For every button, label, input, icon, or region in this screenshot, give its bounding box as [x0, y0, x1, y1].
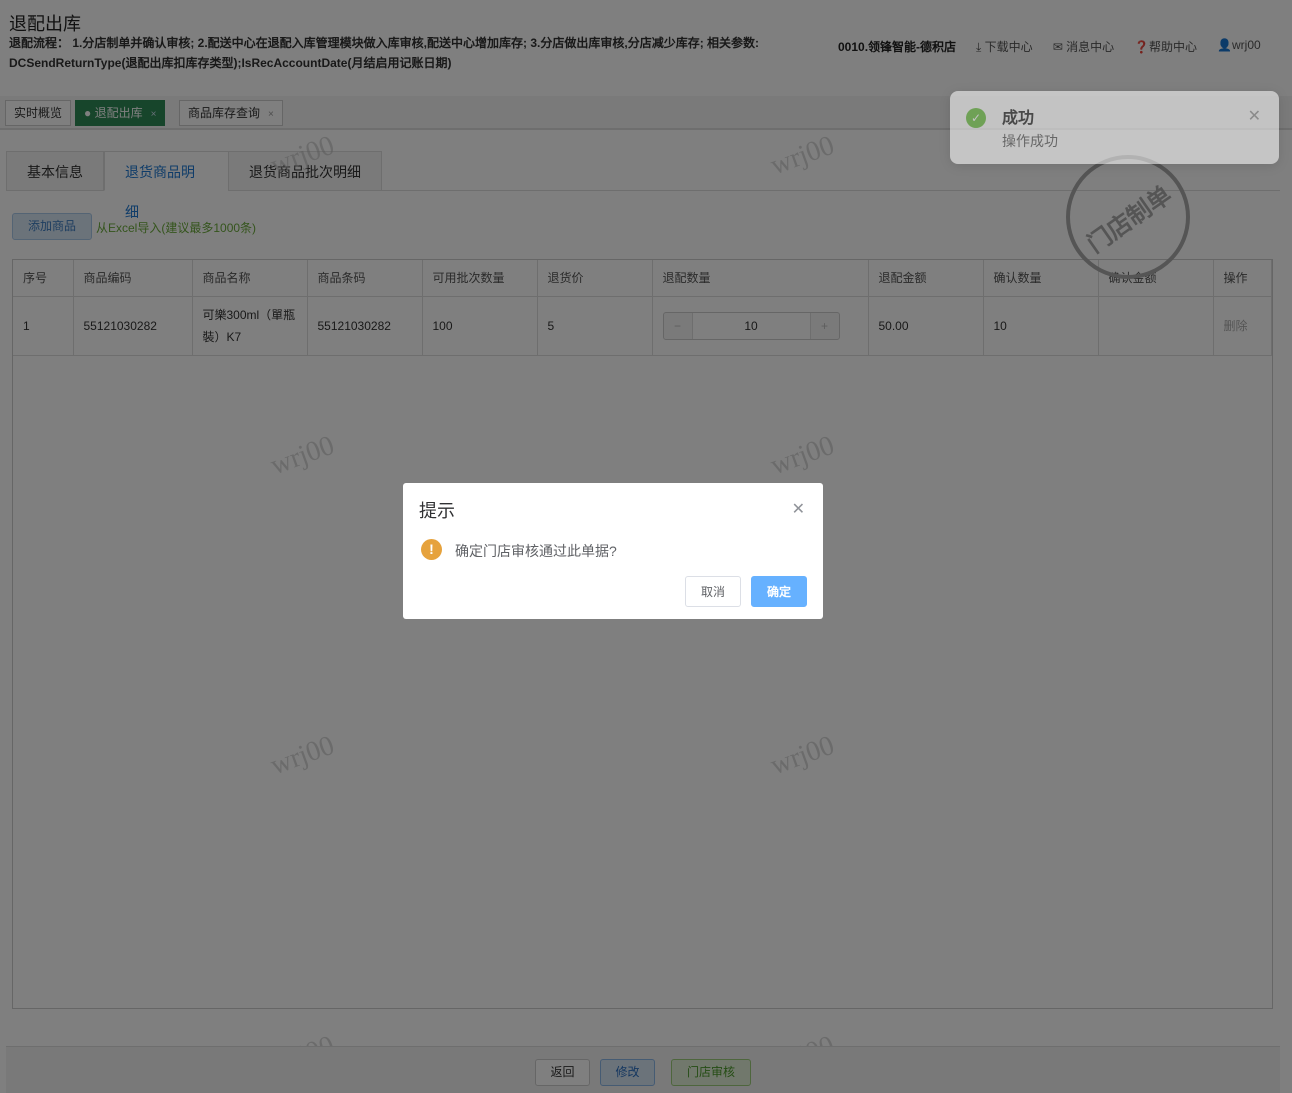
check-icon: ✓ — [966, 108, 986, 128]
confirm-dialog: 提示 ✕ ! 确定门店审核通过此单据? 取消 确定 — [403, 483, 823, 619]
dialog-message: 确定门店审核通过此单据? — [455, 543, 617, 559]
cancel-button[interactable]: 取消 — [685, 576, 741, 607]
close-icon[interactable]: ✕ — [1248, 106, 1261, 126]
success-notification: ✓ 成功 操作成功 ✕ — [950, 91, 1279, 164]
dialog-title: 提示 — [419, 501, 455, 521]
close-icon[interactable]: ✕ — [792, 499, 805, 519]
warning-icon: ! — [421, 539, 442, 560]
confirm-button[interactable]: 确定 — [751, 576, 807, 607]
